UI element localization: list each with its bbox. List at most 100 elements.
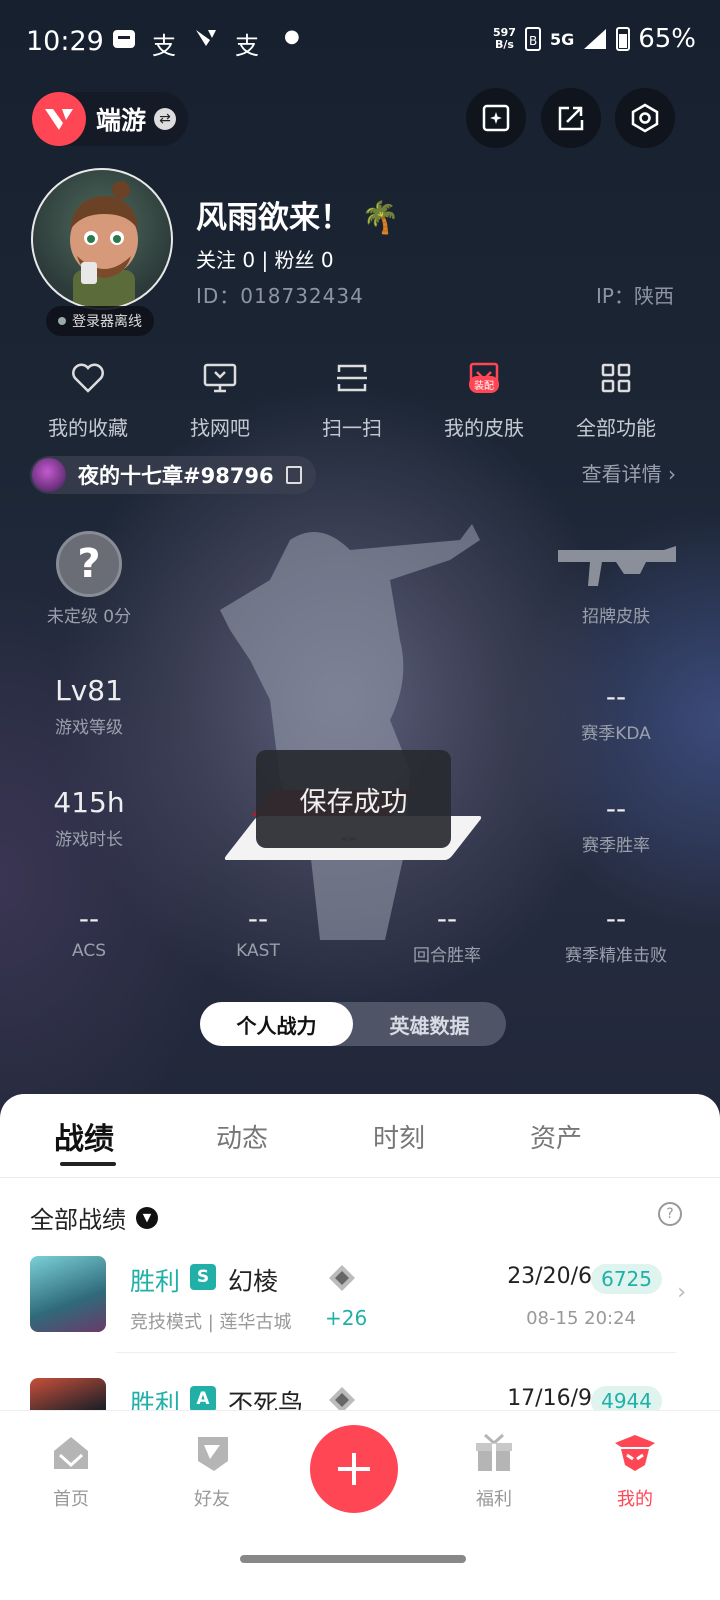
nav-friends[interactable]: 好友 <box>167 1431 257 1511</box>
valorant-icon <box>194 26 218 56</box>
center-rank-value: -- <box>340 826 357 850</box>
signature-skin-label: 招牌皮肤 <box>582 607 650 627</box>
stat-acs: -- ACS <box>72 902 106 961</box>
share-icon <box>558 106 584 131</box>
sim-icon: B <box>524 27 541 51</box>
game-switch-button[interactable]: 端游 ⇄ <box>32 92 189 146</box>
alipay-icon: 支 <box>152 32 176 60</box>
monitor-icon <box>203 363 237 393</box>
settings-hex-icon <box>631 103 659 133</box>
grid-icon <box>601 363 631 393</box>
rifle-skin-icon[interactable] <box>554 540 678 590</box>
heart-icon <box>72 363 104 393</box>
offline-dot-icon <box>58 317 66 325</box>
tab-assets[interactable]: 资产 <box>530 1118 582 1155</box>
user-id: ID：018732434 <box>196 284 364 308</box>
quick-all-functions[interactable]: 全部功能 <box>556 356 676 441</box>
friends-icon <box>198 1437 228 1471</box>
offline-badge: 登录器离线 <box>46 306 154 336</box>
records-tabs: 战绩 动态 时刻 资产 <box>0 1094 720 1178</box>
quick-scan[interactable]: 扫一扫 <box>292 356 412 441</box>
match-row[interactable]: 胜利 S 幻棱 竞技模式 | 莲华古城 +26 23/20/6 6725 08-… <box>0 1256 720 1376</box>
match-tier-badge: S <box>190 1264 216 1290</box>
net-speed: 597 B/s <box>492 26 516 51</box>
battery-percent: 65% <box>638 24 696 54</box>
ip-location: IP：陕西 <box>596 284 674 308</box>
nav-benefits[interactable]: 福利 <box>449 1431 539 1511</box>
follow-stats[interactable]: 关注 0 | 粉丝 0 <box>196 244 334 273</box>
agent-silhouette <box>220 524 480 940</box>
scan-icon <box>337 364 367 392</box>
chevron-right-icon: › <box>677 1280 686 1305</box>
palm-tree-emoji: 🌴 <box>361 200 400 236</box>
rank-rating-change: +26 <box>325 1306 368 1330</box>
stat-kast: -- KAST <box>236 902 280 961</box>
quick-find-netcafe[interactable]: 找网吧 <box>160 356 280 441</box>
message-icon <box>112 28 136 56</box>
tab-personal-power[interactable]: 个人战力 <box>200 1002 353 1046</box>
match-acs-badge: 6725 <box>591 1264 662 1294</box>
settings-button[interactable] <box>615 88 675 148</box>
agent-name: 幻棱 <box>228 1267 279 1296</box>
rank-label: 未定级 0分 <box>46 607 132 627</box>
rank-rating-icon <box>329 1265 355 1291</box>
tab-feed[interactable]: 动态 <box>216 1118 268 1155</box>
home-icon <box>54 1437 88 1469</box>
stat-season-winrate: -- 赛季胜率 <box>582 792 650 856</box>
alipay-icon: 支 <box>235 32 259 60</box>
riot-id-pill[interactable]: 夜的十七章#98796 <box>30 456 316 494</box>
avatar-illustration <box>70 181 138 308</box>
profile-icon <box>615 1435 655 1471</box>
bottom-nav: 首页 好友 福利 我的 <box>0 1410 720 1600</box>
match-kda: 17/16/9 <box>507 1386 592 1411</box>
battery-icon <box>616 27 631 51</box>
edit-card-icon <box>482 104 510 132</box>
plus-icon <box>338 1453 370 1485</box>
riot-id: 夜的十七章#98796 <box>78 464 274 488</box>
nav-home[interactable]: 首页 <box>26 1431 116 1511</box>
stat-season-kda: -- 赛季KDA <box>581 680 651 744</box>
view-details-link[interactable]: 查看详情 › <box>582 458 676 487</box>
status-time: 10:29 <box>26 26 104 57</box>
match-result: 胜利 <box>130 1267 181 1296</box>
game-label: 端游 <box>96 106 147 135</box>
post-button[interactable] <box>310 1425 398 1513</box>
unranked-icon[interactable]: ? <box>56 531 122 597</box>
tab-indicator <box>60 1162 116 1166</box>
avatar[interactable] <box>31 168 173 310</box>
status-right: 597 B/s B 5G 65% <box>493 24 696 54</box>
tab-hero-data[interactable]: 英雄数据 <box>353 1002 506 1046</box>
gift-icon <box>476 1433 512 1471</box>
copy-icon[interactable] <box>285 466 302 484</box>
nav-me[interactable]: 我的 <box>590 1431 680 1511</box>
edit-card-button[interactable] <box>466 88 526 148</box>
home-indicator <box>240 1555 466 1563</box>
equip-badge: 装配 <box>469 376 499 393</box>
dot-icon: ● <box>284 26 300 47</box>
match-mode: 竞技模式 | 莲华古城 <box>130 1312 292 1333</box>
status-bar: 10:29 支 支 ● 597 B/s B 5G 65% <box>0 0 720 80</box>
network-type: 5G <box>549 29 575 49</box>
match-kda: 23/20/6 <box>507 1264 592 1289</box>
swap-icon: ⇄ <box>154 108 177 130</box>
stat-precise-kills: -- 赛季精准击败 <box>565 902 667 966</box>
svg-text:B: B <box>529 34 537 48</box>
stat-round-winrate: -- 回合胜率 <box>413 902 481 966</box>
riot-avatar <box>32 458 66 492</box>
tab-records[interactable]: 战绩 <box>54 1114 114 1158</box>
quick-favorites[interactable]: 我的收藏 <box>28 356 148 441</box>
valorant-logo-icon <box>32 92 86 146</box>
agent-avatar <box>30 1256 106 1332</box>
help-icon[interactable]: ? <box>658 1202 682 1226</box>
stat-playtime: 415h 游戏时长 <box>53 786 125 850</box>
match-tier-badge: A <box>190 1386 216 1412</box>
signal-icon <box>584 29 607 49</box>
match-date: 08-15 20:24 <box>526 1308 636 1329</box>
records-filter[interactable]: 全部战绩 ▼ <box>30 1200 158 1235</box>
quick-my-skins[interactable]: 装配 我的皮肤 <box>424 356 544 441</box>
share-button[interactable] <box>541 88 601 148</box>
data-toggle[interactable]: 个人战力 英雄数据 <box>200 1002 506 1046</box>
tab-moments[interactable]: 时刻 <box>373 1118 425 1155</box>
stat-level: Lv81 游戏等级 <box>55 674 123 738</box>
divider <box>116 1352 676 1353</box>
